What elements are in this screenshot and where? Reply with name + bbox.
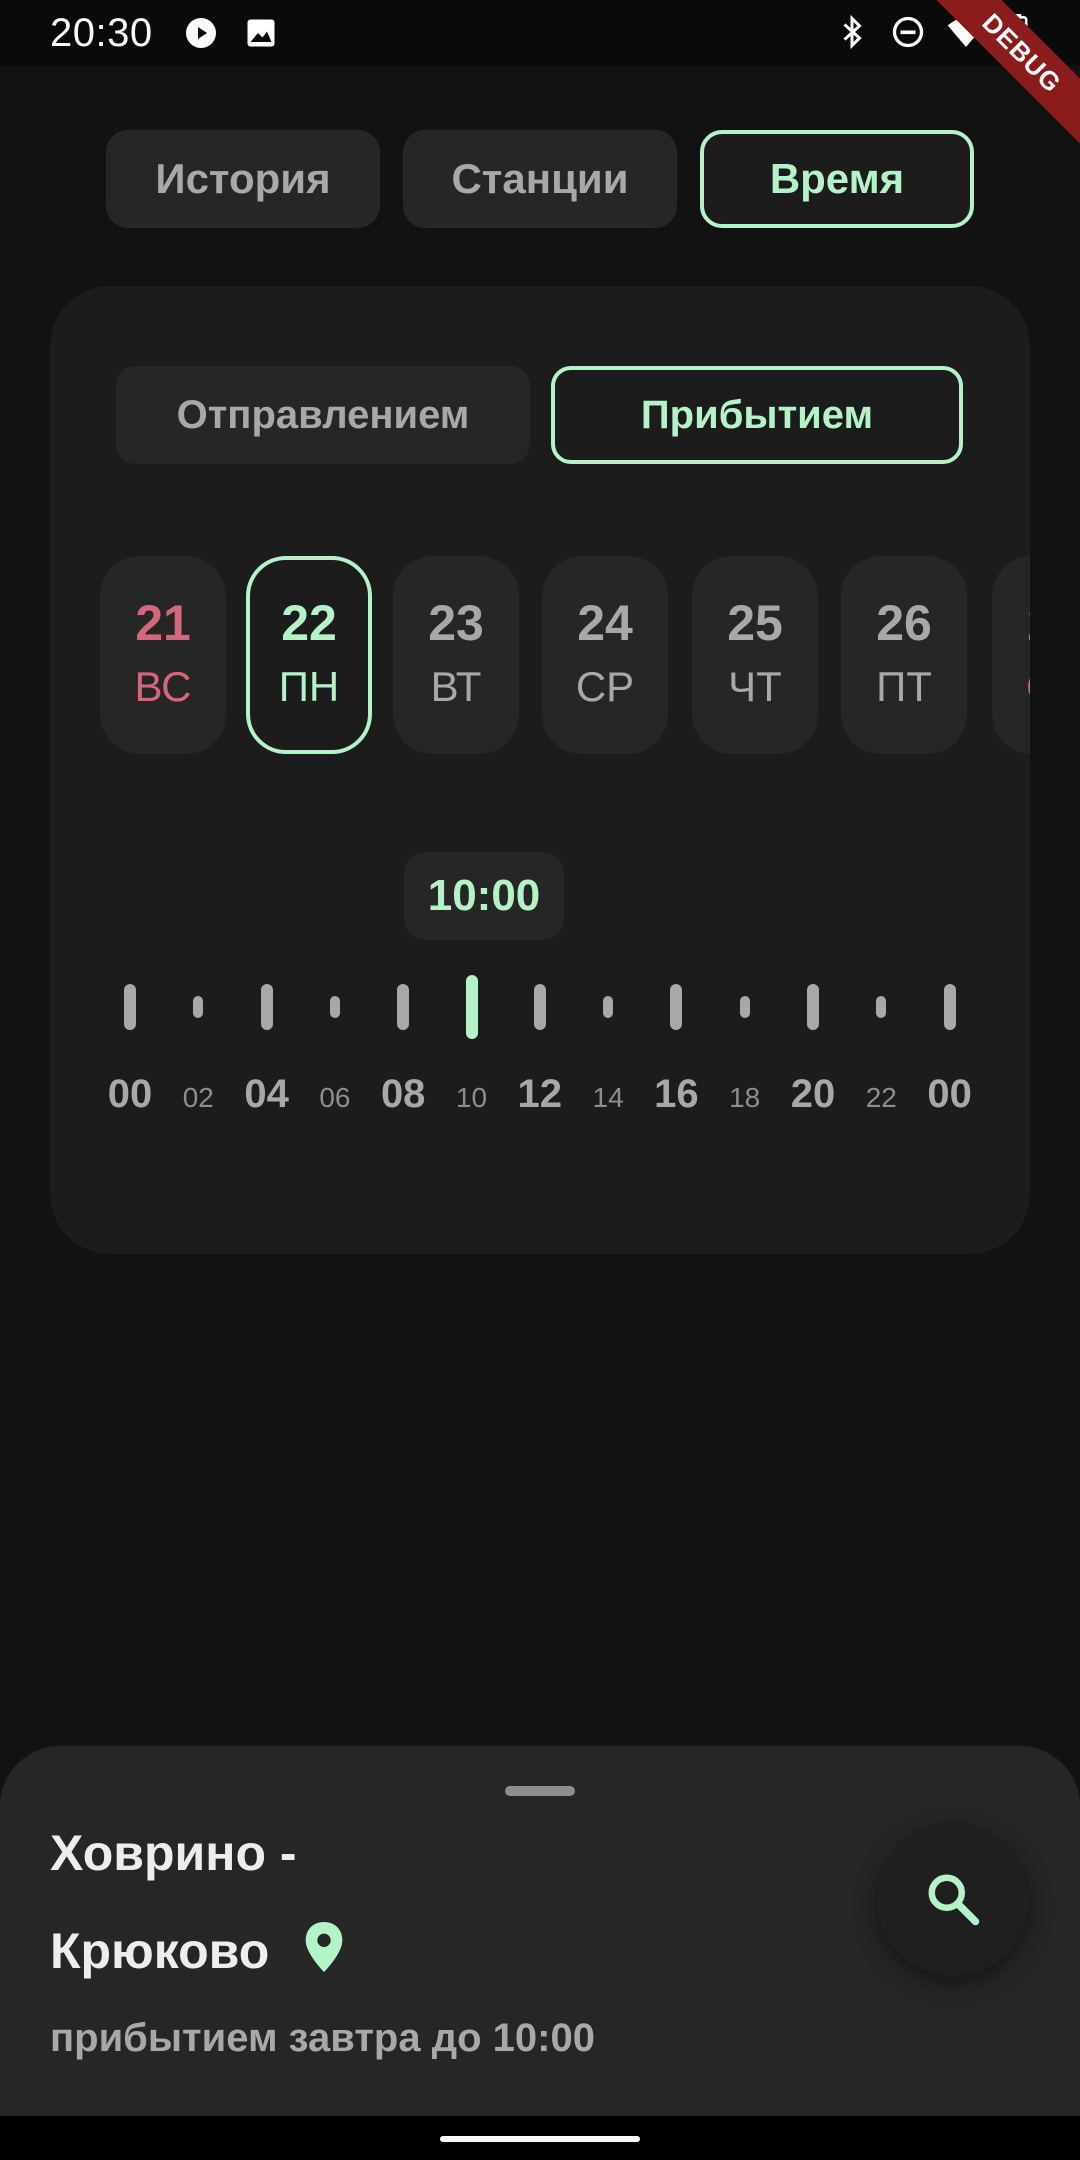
route-origin: Ховрино -: [50, 1825, 297, 1881]
day-weekday: ЧТ: [728, 663, 782, 710]
mode-departure-label: Отправлением: [176, 392, 470, 437]
hour-label: 10: [455, 1082, 488, 1113]
tab-history-label: История: [155, 155, 331, 202]
hour-label: 16: [654, 1072, 699, 1116]
day-number: 26: [876, 595, 932, 651]
route-destination: Крюково: [50, 1923, 270, 1979]
day-chip[interactable]: 27 СБ: [992, 556, 1030, 754]
image-icon: [247, 19, 275, 47]
day-chip[interactable]: 23 ВТ: [393, 556, 519, 754]
hour-label: 04: [244, 1072, 289, 1116]
day-weekday: СБ: [1026, 655, 1030, 719]
hour-tick: [876, 996, 887, 1018]
mode-arrival-label: Прибытием: [640, 392, 874, 437]
hour-tick: [193, 996, 204, 1018]
status-time: 20:30: [50, 10, 153, 55]
day-weekday: ПН: [278, 663, 340, 710]
route-summary: прибытием завтра до 10:00: [50, 2016, 595, 2060]
hour-tick: [670, 984, 683, 1030]
day-chip[interactable]: 21 ВС: [100, 556, 226, 754]
day-strip[interactable]: 21 ВС 22 ПН 23 ВТ 24 СР 25 ЧТ 26 ПТ 27 С…: [50, 556, 1030, 756]
day-weekday: ПТ: [876, 663, 932, 710]
mode-arrival-button[interactable]: Прибытием: [551, 366, 963, 464]
day-chip[interactable]: 26 ПТ: [841, 556, 967, 754]
tab-stations[interactable]: Станции: [403, 130, 677, 228]
hour-tick: [124, 984, 136, 1030]
mode-departure-button[interactable]: Отправлением: [116, 366, 530, 464]
day-chip-selected[interactable]: 22 ПН: [246, 556, 372, 754]
search-icon: [928, 1874, 980, 1926]
hour-label: 18: [729, 1082, 761, 1113]
play-icon: [185, 18, 216, 48]
day-number: 22: [281, 595, 337, 651]
day-number: 24: [577, 595, 633, 651]
day-chip[interactable]: 25 ЧТ: [692, 556, 818, 754]
navigation-bar: [0, 2116, 1080, 2160]
hour-label: 12: [517, 1072, 563, 1116]
hour-label: 08: [380, 1072, 426, 1116]
route-sheet: Ховрино - Крюково прибытием завтра до 10…: [0, 1746, 1080, 2116]
status-bar: 20:30 DEBUG: [0, 0, 1080, 155]
day-weekday: ВС: [134, 663, 192, 710]
day-chip[interactable]: 24 СР: [542, 556, 668, 754]
hour-label: 20: [790, 1072, 836, 1116]
hour-label: 22: [865, 1082, 897, 1113]
hour-label: 02: [182, 1082, 214, 1113]
tab-stations-label: Станции: [451, 155, 629, 202]
home-gesture-handle[interactable]: [440, 2136, 640, 2142]
tab-time-label: Время: [769, 155, 905, 202]
sheet-drag-handle[interactable]: [505, 1786, 575, 1796]
day-number: 25: [727, 595, 783, 651]
hour-tick: [260, 984, 273, 1030]
hour-tick: [329, 996, 340, 1018]
hour-tick: [533, 984, 546, 1030]
hour-tick: [603, 996, 614, 1018]
tab-time[interactable]: Время: [700, 130, 974, 228]
dnd-icon: [892, 16, 924, 48]
hour-label: 06: [319, 1082, 351, 1113]
day-number: 23: [428, 595, 484, 651]
bluetooth-icon: [843, 14, 862, 50]
day-number: 27: [1027, 591, 1030, 655]
hour-label: 00: [107, 1072, 153, 1116]
selected-time-bubble: 10:00: [404, 852, 564, 940]
location-pin-icon[interactable]: [302, 1922, 346, 1972]
tab-history[interactable]: История: [106, 130, 380, 228]
time-slider-thumb[interactable]: [465, 975, 478, 1039]
day-weekday: СР: [575, 663, 635, 710]
day-weekday: ВТ: [430, 663, 482, 710]
hour-label: 00: [927, 1072, 972, 1116]
hour-tick: [943, 984, 956, 1030]
search-button[interactable]: [876, 1822, 1030, 1976]
hour-tick: [739, 996, 750, 1018]
hour-label: 14: [592, 1082, 624, 1113]
day-number: 21: [135, 595, 191, 651]
hour-tick: [807, 984, 819, 1030]
hour-tick: [397, 984, 410, 1030]
